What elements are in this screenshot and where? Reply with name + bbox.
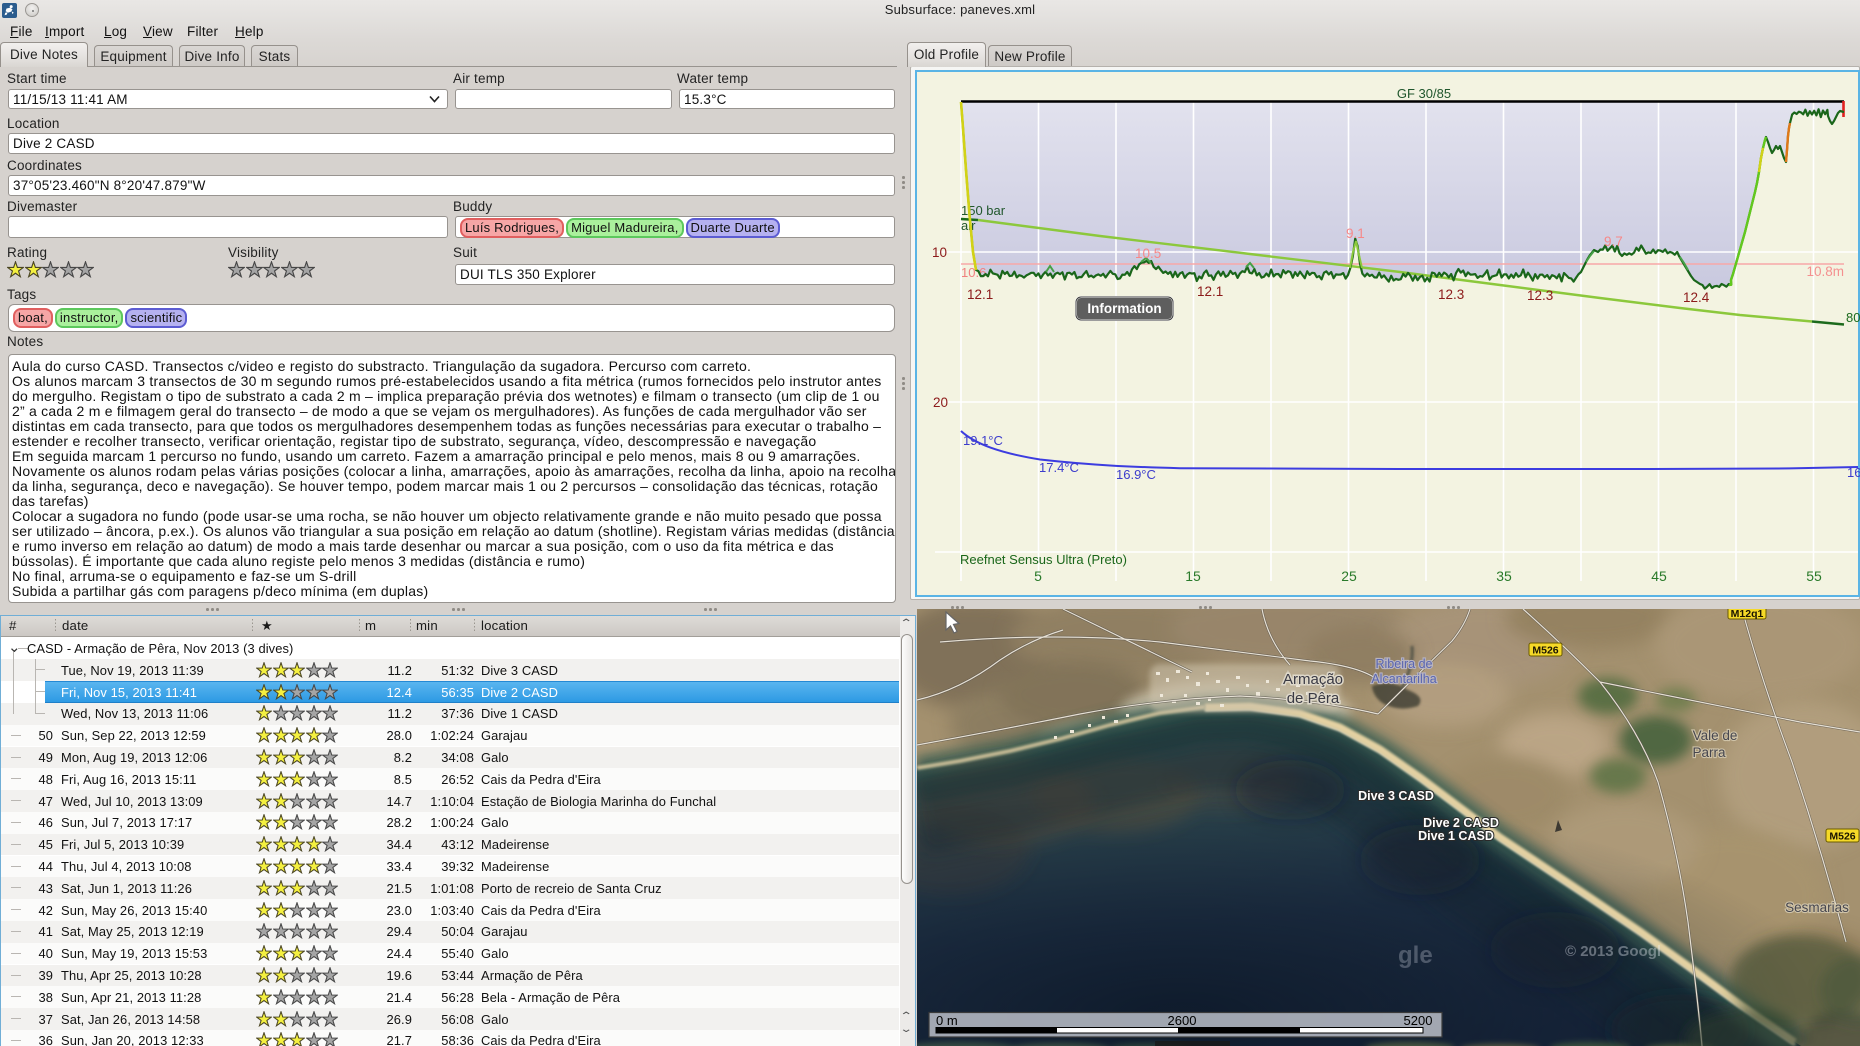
svg-text:Armação: Armação [1283,671,1343,688]
svg-text:Dive 3 CASD: Dive 3 CASD [1358,789,1434,803]
svg-text:Alcantarilha: Alcantarilha [1371,672,1436,686]
svg-text:9.1: 9.1 [1346,226,1365,241]
svg-text:Parra: Parra [1692,745,1726,760]
svg-text:35: 35 [1496,568,1512,584]
svg-text:16.9°C: 16.9°C [1116,467,1156,482]
svg-text:M526: M526 [1829,831,1855,843]
svg-text:2600: 2600 [1168,1013,1197,1028]
svg-text:25: 25 [1341,568,1357,584]
svg-text:10.5: 10.5 [1135,246,1161,261]
svg-text:12.1: 12.1 [967,287,993,302]
svg-text:Information: Information [1087,301,1161,316]
svg-text:Sesmarias: Sesmarias [1785,900,1849,915]
svg-text:Dive 1 CASD: Dive 1 CASD [1418,829,1494,843]
svg-text:Vale de: Vale de [1693,728,1738,743]
svg-text:M526: M526 [1532,645,1558,657]
svg-text:55: 55 [1806,568,1822,584]
svg-text:12.3: 12.3 [1527,288,1553,303]
svg-text:de Pêra: de Pêra [1287,690,1340,707]
svg-text:Dive 2 CASD: Dive 2 CASD [1423,816,1499,830]
svg-text:10.8m: 10.8m [1806,264,1844,279]
svg-text:16: 16 [1847,465,1860,480]
svg-text:10.6: 10.6 [961,265,986,280]
svg-text:GF 30/85: GF 30/85 [1397,86,1451,101]
svg-text:air: air [961,218,976,233]
svg-text:0 m: 0 m [936,1013,958,1028]
svg-text:17.4°C: 17.4°C [1039,460,1079,475]
svg-text:10: 10 [932,245,947,260]
svg-text:15: 15 [1185,568,1201,584]
svg-text:Reefnet Sensus Ultra (Preto): Reefnet Sensus Ultra (Preto) [960,552,1127,567]
svg-text:80: 80 [1846,310,1860,325]
svg-text:12.3: 12.3 [1438,287,1464,302]
svg-text:gle: gle [1398,942,1433,969]
svg-text:5200: 5200 [1404,1013,1433,1028]
svg-text:5: 5 [1034,568,1042,584]
svg-text:12.4: 12.4 [1683,290,1710,305]
svg-text:12.1: 12.1 [1197,284,1223,299]
svg-text:20: 20 [933,395,948,410]
svg-text:Ribeira de: Ribeira de [1376,657,1433,671]
svg-text:M12q1: M12q1 [1731,609,1764,620]
svg-text:19.1°C: 19.1°C [963,433,1003,448]
svg-text:9.7: 9.7 [1604,234,1623,249]
svg-text:© 2013 Googl: © 2013 Googl [1565,943,1661,960]
svg-text:45: 45 [1651,568,1667,584]
